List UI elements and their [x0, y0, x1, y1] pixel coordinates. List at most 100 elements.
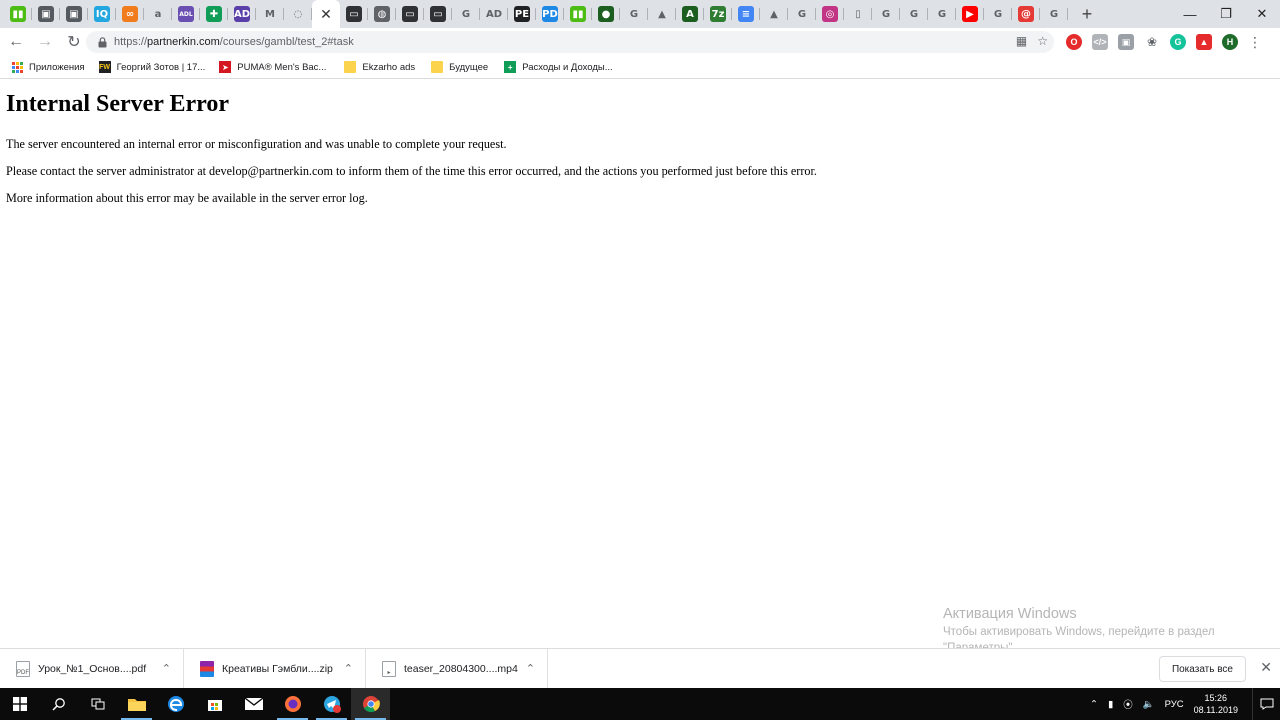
menu-dots-icon[interactable]: ⋮	[1248, 34, 1262, 51]
browser-tab[interactable]: AD	[480, 0, 508, 28]
volume-icon[interactable]: 🔈	[1143, 699, 1155, 710]
chrome-icon[interactable]	[351, 688, 390, 720]
browser-tab[interactable]: ≡	[732, 0, 760, 28]
reload-icon[interactable]: ↻	[61, 29, 87, 55]
browser-tab[interactable]: G	[620, 0, 648, 28]
bookmark-folder[interactable]: Будущее	[431, 61, 488, 73]
crab-extension-icon[interactable]: ❀	[1144, 34, 1160, 50]
file-explorer-icon[interactable]	[117, 688, 156, 720]
bookmark-label: Расходы и Доходы...	[522, 61, 613, 73]
mail-icon[interactable]	[234, 688, 273, 720]
minimize-icon[interactable]: —	[1172, 0, 1208, 28]
browser-tab[interactable]: ▭	[340, 0, 368, 28]
bookmark-star-icon[interactable]: ☆	[1037, 34, 1048, 48]
browser-tab[interactable]: PD	[536, 0, 564, 28]
code-extension-icon[interactable]: </>	[1092, 34, 1108, 50]
notifications-icon[interactable]	[1252, 688, 1280, 720]
page-content: Internal Server Error The server encount…	[0, 80, 1280, 648]
browser-tab[interactable]: ◎	[816, 0, 844, 28]
download-item[interactable]: ▸ teaser_20804300....mp4 ⌃	[366, 648, 548, 689]
store-icon[interactable]	[195, 688, 234, 720]
google-icon: G	[629, 8, 639, 20]
url-text[interactable]: https://partnerkin.com/courses/gambl/tes…	[114, 36, 354, 48]
chevron-up-icon[interactable]: ⌃	[162, 662, 171, 675]
7z-icon: 7z	[710, 6, 726, 22]
browser-tab[interactable]: ◍	[368, 0, 396, 28]
browser-tab[interactable]: ▮▮	[564, 0, 592, 28]
bookmark-item[interactable]: + Расходы и Доходы...	[504, 61, 613, 73]
wifi-icon[interactable]: ⦿	[1123, 697, 1133, 711]
new-tab-button[interactable]: +	[1072, 0, 1102, 28]
browser-tab[interactable]: 7z	[704, 0, 732, 28]
forward-icon[interactable]: →	[32, 29, 58, 55]
browser-tab[interactable]: ∞	[116, 0, 144, 28]
browser-tab[interactable]: ✕	[312, 0, 340, 28]
error-paragraph: The server encountered an internal error…	[6, 137, 507, 151]
bookmark-apps[interactable]: Приложения	[12, 61, 85, 73]
browser-tab[interactable]: ▶	[956, 0, 984, 28]
bookmark-folder[interactable]: Ekzarho ads	[344, 61, 415, 73]
chevron-up-icon[interactable]: ⌃	[344, 662, 353, 675]
lock-icon[interactable]	[92, 36, 112, 48]
browser-tab[interactable]: ●	[592, 0, 620, 28]
battery-icon[interactable]: ▮	[1108, 699, 1113, 710]
new-badge-extension-icon[interactable]: ▲	[1196, 34, 1212, 50]
browser-tab[interactable]: ▣	[60, 0, 88, 28]
browser-tab[interactable]: ADL	[172, 0, 200, 28]
browser-tab[interactable]: G	[928, 0, 956, 28]
search-icon[interactable]	[39, 688, 78, 720]
browser-tab[interactable]: ▲	[760, 0, 788, 28]
bookmark-label: Георгий Зотов | 17...	[116, 61, 206, 73]
browser-tab[interactable]: ▣	[32, 0, 60, 28]
download-item[interactable]: PDF Урок_№1_Основ....pdf ⌃	[0, 648, 184, 689]
profile-avatar[interactable]: H	[1222, 34, 1238, 50]
browser-tab[interactable]: a	[144, 0, 172, 28]
browser-tab[interactable]: G	[872, 0, 900, 28]
docs-icon: ≡	[738, 6, 754, 22]
browser-tab[interactable]: ▭	[396, 0, 424, 28]
browser-tab[interactable]: M	[256, 0, 284, 28]
browser-tab[interactable]: ▯	[844, 0, 872, 28]
chevron-up-icon[interactable]: ⌃	[526, 662, 535, 675]
browser-tab[interactable]: ▮▮	[4, 0, 32, 28]
windows-start-icon[interactable]	[0, 688, 39, 720]
chevron-up-icon[interactable]: ⌃	[1090, 699, 1098, 710]
task-view-icon[interactable]	[78, 688, 117, 720]
browser-tab[interactable]: @	[1012, 0, 1040, 28]
browser-tab[interactable]: AD	[228, 0, 256, 28]
browser-tab[interactable]: ▭	[424, 0, 452, 28]
browser-tab[interactable]: G	[984, 0, 1012, 28]
browser-tab[interactable]: G	[1040, 0, 1068, 28]
firefox-icon[interactable]	[273, 688, 312, 720]
translate-icon[interactable]: ▦	[1016, 34, 1027, 48]
clock[interactable]: 15:26 08.11.2019	[1194, 692, 1238, 716]
show-all-downloads-button[interactable]: Показать все	[1158, 656, 1246, 682]
language-indicator[interactable]: РУС	[1165, 699, 1184, 710]
close-icon[interactable]: ✕	[1260, 659, 1272, 676]
browser-tab[interactable]: G	[788, 0, 816, 28]
browser-tab[interactable]: ✚	[200, 0, 228, 28]
grammarly-icon[interactable]: G	[1170, 34, 1186, 50]
browser-tab[interactable]: ▲	[648, 0, 676, 28]
browser-tab[interactable]: G	[452, 0, 480, 28]
pdf-file-icon: PDF	[16, 660, 30, 677]
restore-icon[interactable]: ❐	[1208, 0, 1244, 28]
close-tab-icon[interactable]: ✕	[320, 6, 332, 23]
browser-tab[interactable]: G	[900, 0, 928, 28]
telegram-icon[interactable]	[312, 688, 351, 720]
browser-tab[interactable]: IQ	[88, 0, 116, 28]
window-controls: — ❐ ✕	[1172, 0, 1280, 28]
bookmark-item[interactable]: FW Георгий Зотов | 17...	[98, 61, 206, 73]
close-window-icon[interactable]: ✕	[1244, 0, 1280, 28]
bookmark-item[interactable]: ➤ PUMA® Men's Bac...	[219, 61, 326, 73]
opera-vpn-icon[interactable]: O	[1066, 34, 1082, 50]
address-bar[interactable]: https://partnerkin.com/courses/gambl/tes…	[86, 31, 1054, 53]
tab-strip: ▮▮ ▣ ▣ IQ ∞ a ADL ✚ AD M ◌ ✕ ▭ ◍ ▭ ▭ G AD PE PD ▮▮ ● G ▲ A 7z ≡ ▲ G ◎…	[0, 0, 1280, 28]
browser-tab[interactable]: PE	[508, 0, 536, 28]
edge-icon[interactable]	[156, 688, 195, 720]
browser-tab[interactable]: A	[676, 0, 704, 28]
download-item[interactable]: Креативы Гэмбли....zip ⌃	[184, 648, 366, 689]
back-icon[interactable]: ←	[3, 29, 29, 55]
image-extension-icon[interactable]: ▣	[1118, 34, 1134, 50]
browser-tab[interactable]: ◌	[284, 0, 312, 28]
